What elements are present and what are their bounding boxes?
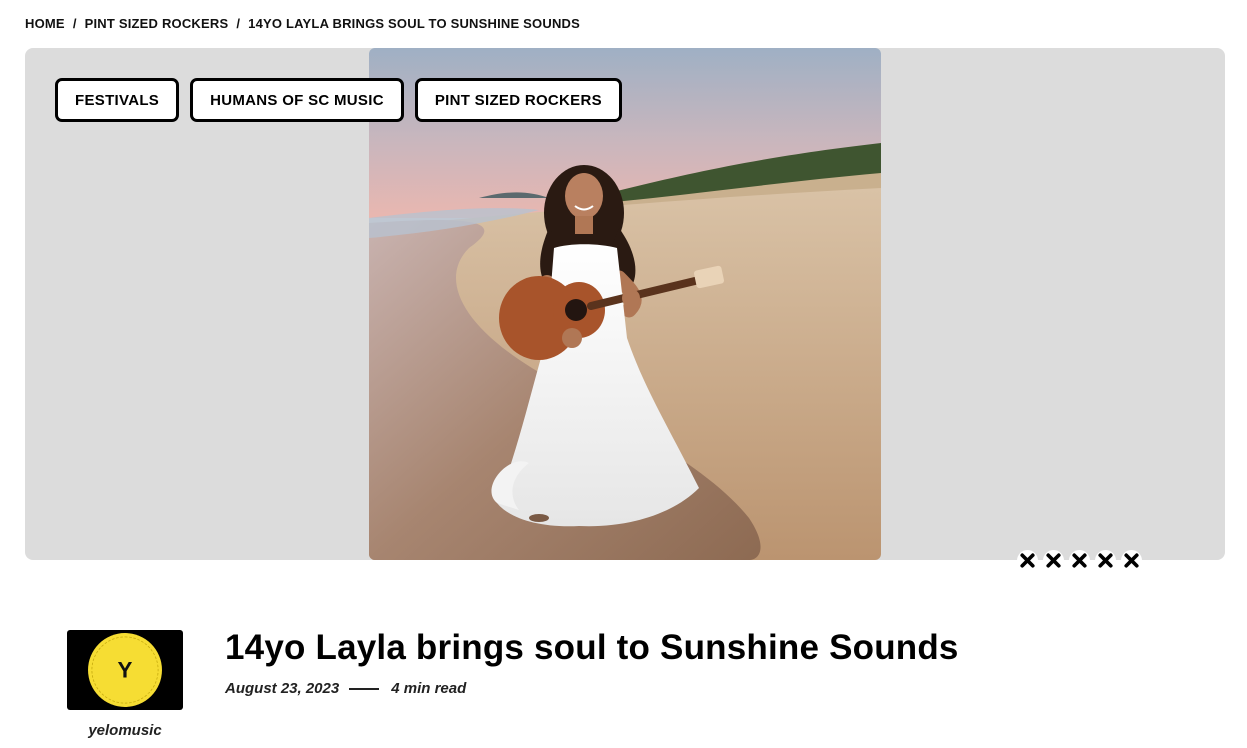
rating-icons <box>1017 550 1142 571</box>
close-icon <box>1121 550 1142 571</box>
close-icon <box>1017 550 1038 571</box>
article-meta: August 23, 2023 4 min read <box>225 680 466 697</box>
avatar-logo: Y <box>88 633 162 707</box>
category-tags: FESTIVALS HUMANS OF SC MUSIC PINT SIZED … <box>55 78 622 122</box>
breadcrumb-separator: / <box>236 15 241 31</box>
read-time: 4 min read <box>391 680 467 697</box>
hero-banner: FESTIVALS HUMANS OF SC MUSIC PINT SIZED … <box>25 48 1225 560</box>
tag-pint-sized-rockers[interactable]: PINT SIZED ROCKERS <box>414 78 622 122</box>
tag-festivals[interactable]: FESTIVALS <box>55 78 180 122</box>
breadcrumb: HOME / PINT SIZED ROCKERS / 14YO LAYLA B… <box>25 14 580 32</box>
breadcrumb-home-link[interactable]: HOME <box>25 16 65 31</box>
article-date: August 23, 2023 <box>225 680 340 697</box>
avatar-letter: Y <box>91 636 159 704</box>
featured-image <box>369 48 881 560</box>
tag-humans-of-sc-music[interactable]: HUMANS OF SC MUSIC <box>190 78 404 122</box>
breadcrumb-separator: / <box>72 15 77 31</box>
author-block: Y yelomusic <box>67 630 183 739</box>
author-avatar[interactable]: Y <box>67 630 183 710</box>
close-icon <box>1069 550 1090 571</box>
article-title: 14yo Layla brings soul to Sunshine Sound… <box>225 628 959 667</box>
author-name-link[interactable]: yelomusic <box>67 722 183 739</box>
breadcrumb-category-link[interactable]: PINT SIZED ROCKERS <box>85 16 229 31</box>
breadcrumb-current: 14YO LAYLA BRINGS SOUL TO SUNSHINE SOUND… <box>248 15 580 31</box>
close-icon <box>1095 550 1116 571</box>
meta-divider <box>349 687 380 690</box>
close-icon <box>1043 550 1064 571</box>
